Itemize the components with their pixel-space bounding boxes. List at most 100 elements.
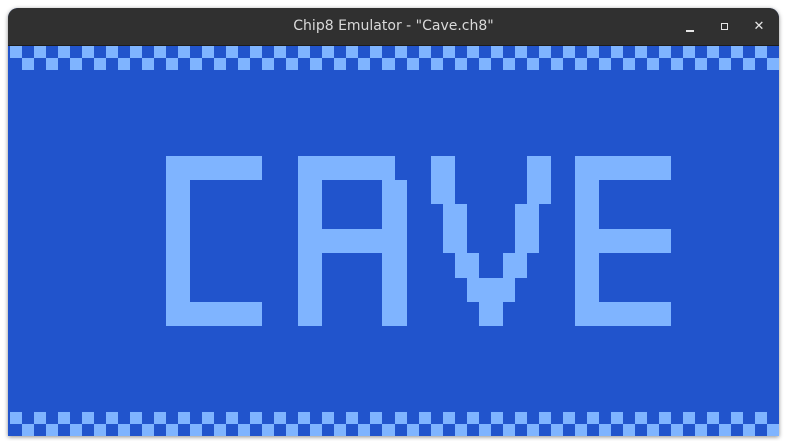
lit-pixel [310,253,322,265]
lit-pixel [382,278,395,290]
lit-pixel [274,412,286,424]
lit-pixel [647,241,659,253]
lit-pixel [623,302,635,314]
lit-pixel [647,314,659,326]
lit-pixel [166,424,178,436]
lit-pixel [395,265,407,278]
lit-pixel [515,253,527,265]
lit-pixel [587,180,599,192]
lit-pixel [202,156,214,168]
lit-pixel [238,58,250,70]
lit-pixel [382,265,395,278]
lit-pixel [563,46,575,58]
lit-pixel [491,302,503,314]
lit-pixel [599,156,611,168]
lit-pixel [322,241,334,253]
lit-pixel [298,192,310,204]
lit-pixel [370,156,382,168]
lit-pixel [298,229,310,241]
lit-pixel [395,204,407,217]
lit-pixel [575,180,587,192]
lit-pixel [539,412,551,424]
lit-pixel [130,46,142,58]
lit-pixel [515,412,527,424]
lit-pixel [334,58,346,70]
lit-pixel [587,302,599,314]
lit-pixel [22,424,34,436]
lit-pixel [58,412,70,424]
lit-pixel [587,156,599,168]
lit-pixel [587,204,599,217]
lit-pixel [310,424,322,436]
lit-pixel [575,204,587,217]
lit-pixel [395,241,407,253]
lit-pixel [370,241,382,253]
lit-pixel [395,278,407,290]
lit-pixel [346,412,358,424]
lit-pixel [599,229,611,241]
lit-pixel [395,412,407,424]
lit-pixel [166,314,178,326]
lit-pixel [407,424,419,436]
lit-pixel [743,58,755,70]
lit-pixel [491,278,503,290]
lit-pixel [178,253,190,265]
lit-pixel [539,156,551,168]
lit-pixel [635,156,647,168]
lit-pixel [166,265,178,278]
lit-pixel [611,156,623,168]
lit-pixel [334,241,346,253]
lit-pixel [370,229,382,241]
lit-pixel [599,168,611,180]
lit-pixel [154,412,166,424]
lit-pixel [623,229,635,241]
maximize-button[interactable] [714,16,736,38]
lit-pixel [106,412,118,424]
lit-pixel [226,314,238,326]
lit-pixel [659,46,671,58]
lit-pixel [322,168,334,180]
close-button[interactable]: ✕ [748,16,770,38]
lit-pixel [587,241,599,253]
lit-pixel [695,58,707,70]
lit-pixel [395,46,407,58]
lit-pixel [310,58,322,70]
lit-pixel [178,314,190,326]
lit-pixel [623,314,635,326]
lit-pixel [310,168,322,180]
lit-pixel [479,314,491,326]
lit-pixel [587,46,599,58]
lit-pixel [443,156,455,168]
minimize-button[interactable] [680,16,702,38]
lit-pixel [395,180,407,192]
lit-pixel [322,46,334,58]
lit-pixel [719,424,731,436]
lit-pixel [238,156,250,168]
lit-pixel [575,424,587,436]
lit-pixel [539,192,551,204]
lit-pixel [178,192,190,204]
lit-pixel [479,424,491,436]
lit-pixel [250,412,262,424]
lit-pixel [298,314,310,326]
lit-pixel [599,302,611,314]
lit-pixel [358,229,370,241]
lit-pixel [767,424,779,436]
lit-pixel [322,156,334,168]
lit-pixel [334,229,346,241]
lit-pixel [407,58,419,70]
minimize-icon [686,30,694,32]
lit-pixel [298,180,310,192]
lit-pixel [575,241,587,253]
lit-pixel [298,46,310,58]
title-bar[interactable]: Chip8 Emulator - "Cave.ch8" ✕ [8,8,779,46]
lit-pixel [238,424,250,436]
lit-pixel [515,265,527,278]
lit-pixel [443,241,455,253]
lit-pixel [274,46,286,58]
lit-pixel [647,156,659,168]
lit-pixel [647,58,659,70]
lit-pixel [190,58,202,70]
lit-pixel [575,302,587,314]
lit-pixel [599,424,611,436]
